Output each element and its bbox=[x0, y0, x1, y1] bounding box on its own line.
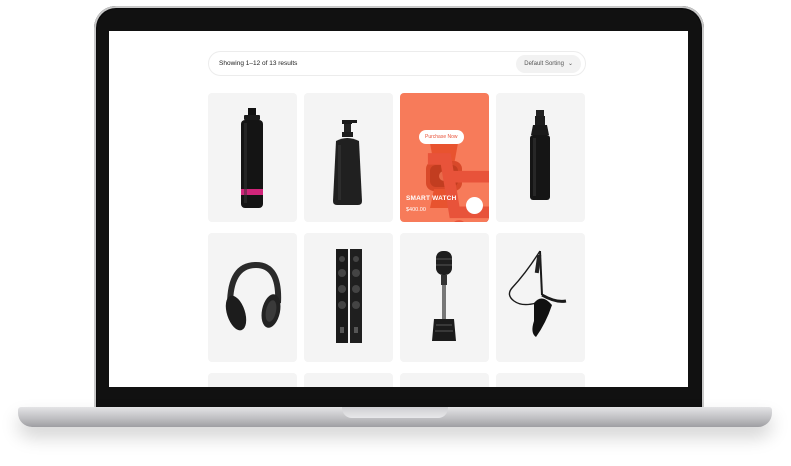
pump-bottle-image bbox=[333, 120, 362, 205]
laptop-notch bbox=[342, 407, 448, 418]
product-card[interactable] bbox=[208, 233, 297, 362]
microphone-image bbox=[432, 251, 456, 341]
hair-dryer-image bbox=[508, 250, 567, 337]
product-card[interactable] bbox=[496, 233, 585, 362]
product-card[interactable] bbox=[304, 93, 393, 222]
screen: Showing 1–12 of 13 results Default Sorti… bbox=[109, 31, 688, 387]
product-grid: Purchase Now SMART WATCH $400.00 bbox=[208, 93, 586, 387]
product-card[interactable] bbox=[400, 233, 489, 362]
product-card-smart-watch[interactable]: Purchase Now SMART WATCH $400.00 bbox=[400, 93, 489, 222]
bottle-image bbox=[241, 108, 263, 208]
product-card[interactable] bbox=[496, 93, 585, 222]
shop-toolbar: Showing 1–12 of 13 results Default Sorti… bbox=[208, 51, 586, 76]
product-price: $400.00 bbox=[406, 207, 426, 213]
headphones-image bbox=[225, 261, 282, 331]
purchase-now-button[interactable]: Purchase Now bbox=[419, 130, 489, 222]
sort-dropdown[interactable]: Default Sorting ⌄ bbox=[516, 54, 581, 73]
chevron-down-icon: ⌄ bbox=[567, 61, 573, 67]
product-card[interactable] bbox=[208, 93, 297, 222]
product-card[interactable] bbox=[304, 233, 393, 362]
sort-label: Default Sorting bbox=[524, 60, 564, 67]
quick-view-button[interactable] bbox=[466, 197, 483, 214]
product-card[interactable] bbox=[208, 373, 297, 387]
product-card[interactable] bbox=[400, 373, 489, 387]
result-count: Showing 1–12 of 13 results bbox=[219, 60, 298, 67]
product-card[interactable] bbox=[496, 373, 585, 387]
eye-icon bbox=[466, 197, 489, 222]
tower-speakers-image bbox=[336, 249, 362, 343]
product-card[interactable] bbox=[304, 373, 393, 387]
product-name[interactable]: SMART WATCH bbox=[406, 195, 456, 202]
spray-bottle-image bbox=[530, 110, 550, 200]
